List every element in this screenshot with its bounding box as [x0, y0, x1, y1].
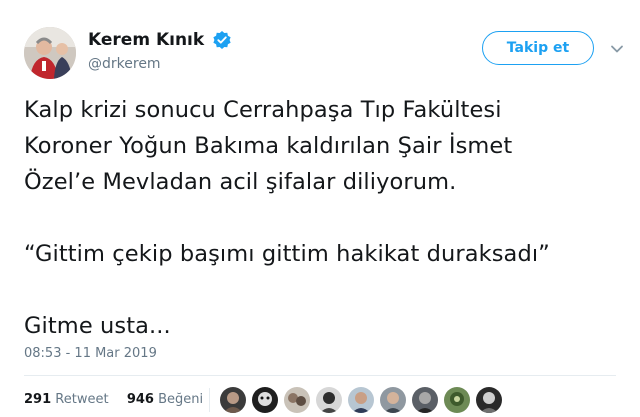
liker-avatar[interactable]	[348, 387, 374, 413]
tweet-line: Kalp krizi sonucu Cerrahpaşa Tıp Fakülte…	[24, 97, 502, 123]
retweet-label[interactable]: Retweet	[55, 392, 108, 407]
liker-avatar[interactable]	[220, 387, 246, 413]
liker-avatar[interactable]	[476, 387, 502, 413]
verified-badge-icon	[212, 30, 232, 50]
liker-avatar[interactable]	[412, 387, 438, 413]
liker-avatar[interactable]	[316, 387, 342, 413]
follow-button[interactable]: Takip et	[482, 31, 594, 65]
stats-divider	[209, 388, 210, 412]
tweet-timestamp[interactable]: 08:53 - 11 Mar 2019	[24, 346, 157, 361]
tweet-line: Özel’e Mevladan acil şifalar diliyorum.	[24, 169, 457, 195]
like-label[interactable]: Beğeni	[158, 392, 203, 407]
liker-avatar[interactable]	[444, 387, 470, 413]
tweet-header: Kerem Kınık @drkerem Takip et	[24, 27, 624, 79]
tweet-quote-line: “Gittim çekip başımı gittim hakikat dura…	[24, 241, 550, 267]
divider	[24, 375, 616, 376]
liker-avatar[interactable]	[284, 387, 310, 413]
chevron-down-icon[interactable]	[610, 41, 624, 55]
display-name[interactable]: Kerem Kınık	[88, 30, 204, 50]
tweet-line: Koroner Yoğun Bakıma kaldırılan Şair İsm…	[24, 133, 513, 159]
avatar[interactable]	[24, 27, 76, 79]
avatar-photo	[24, 27, 76, 79]
user-info: Kerem Kınık @drkerem	[88, 29, 232, 72]
retweet-count[interactable]: 291	[24, 392, 51, 407]
tweet-closing-line: Gitme usta...	[24, 313, 171, 339]
liker-avatar[interactable]	[380, 387, 406, 413]
liker-avatar[interactable]	[252, 387, 278, 413]
user-handle[interactable]: @drkerem	[88, 56, 232, 72]
tweet-card: Kerem Kınık @drkerem Takip et Kalp krizi…	[0, 0, 640, 417]
like-count[interactable]: 946	[127, 392, 154, 407]
tweet-text: Kalp krizi sonucu Cerrahpaşa Tıp Fakülte…	[24, 92, 624, 344]
tweet-stats: 291 Retweet 946 Beğeni	[24, 388, 203, 412]
